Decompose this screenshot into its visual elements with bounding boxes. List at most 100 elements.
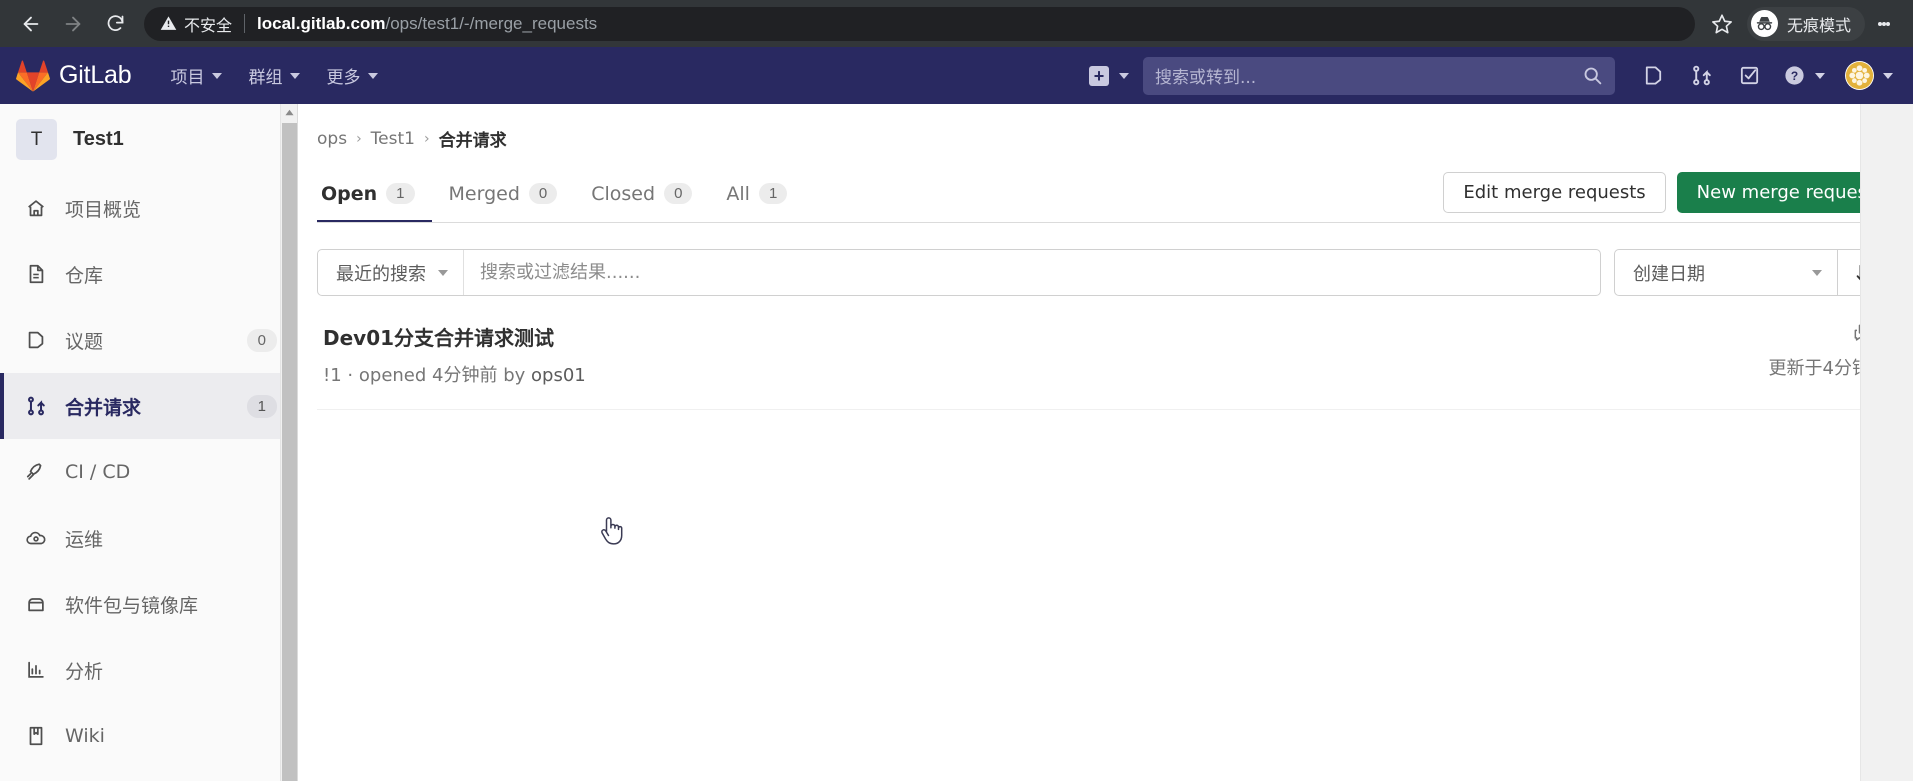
sidebar-item-label: 项目概览 <box>65 198 142 221</box>
nav-item-label: 群组 <box>248 68 283 88</box>
avatar <box>1845 61 1874 90</box>
incognito-indicator[interactable]: 无痕模式 <box>1746 6 1865 41</box>
reload-icon <box>107 15 123 31</box>
sidebar-item-issues[interactable]: 议题 0 <box>0 307 297 373</box>
sidebar-item-label: 软件包与镜像库 <box>65 594 199 617</box>
help-nav-button[interactable]: ? <box>1773 47 1835 104</box>
tab-label: Closed <box>591 182 656 205</box>
nav-item-projects[interactable]: 项目 <box>157 47 235 104</box>
sidebar-scrollbar[interactable] <box>280 104 297 781</box>
nav-item-more[interactable]: 更多 <box>313 47 391 104</box>
omnibox-divider <box>244 14 246 33</box>
package-icon <box>23 593 49 615</box>
gitlab-home-link[interactable]: GitLab <box>16 60 132 92</box>
sidebar-item-label: 仓库 <box>65 264 104 287</box>
incognito-label: 无痕模式 <box>1786 15 1851 35</box>
chevron-down-icon <box>212 72 223 79</box>
sidebar-item-project-overview[interactable]: 项目概览 <box>0 175 297 241</box>
cloud-gear-icon <box>23 527 49 549</box>
breadcrumb-separator: › <box>423 130 430 147</box>
merge-requests-nav-button[interactable] <box>1677 47 1725 104</box>
merge-request-main: Dev01分支合并请求测试 !1 · opened 4分钟前 by ops01 <box>323 322 1749 387</box>
global-search-box[interactable]: 搜索或转到... <box>1143 56 1615 95</box>
tab-label: All <box>726 182 750 205</box>
tab-actions: Edit merge requests New merge request <box>1443 172 1894 222</box>
merge-request-reference: !1 <box>323 365 342 386</box>
navbar-right-group: + 搜索或转到... ? <box>1083 47 1913 104</box>
issue-icon <box>23 329 49 351</box>
sort-group: 创建日期 <box>1614 249 1894 296</box>
merge-request-icon <box>1692 65 1711 86</box>
breadcrumb-separator: › <box>356 130 362 147</box>
help-question-icon: ? <box>1785 66 1804 85</box>
recent-searches-dropdown[interactable]: 最近的搜索 <box>318 250 464 295</box>
page-scrollbar[interactable] <box>1860 104 1913 781</box>
tab-label: Merged <box>448 182 520 205</box>
sidebar-item-count: 0 <box>246 328 277 352</box>
browser-menu-button[interactable] <box>1865 3 1903 45</box>
recent-searches-label: 最近的搜索 <box>336 263 426 285</box>
main-content: ops › Test1 › 合并请求 Open 1 Merged 0 Close… <box>298 104 1913 781</box>
gitlab-tanuki-logo <box>16 60 50 92</box>
sidebar-item-wiki[interactable]: Wiki <box>0 703 297 769</box>
address-bar[interactable]: 不安全 local.gitlab.com/ops/test1/-/merge_r… <box>144 6 1695 41</box>
breadcrumb-item-project[interactable]: Test1 <box>371 129 415 149</box>
forward-button[interactable] <box>52 3 94 45</box>
chevron-down-icon <box>1812 269 1822 276</box>
todos-nav-button[interactable] <box>1725 47 1773 104</box>
bookmark-button[interactable] <box>1701 3 1743 45</box>
project-name: Test1 <box>73 128 124 150</box>
sidebar-item-ci-cd[interactable]: CI / CD <box>0 439 297 505</box>
edit-merge-requests-button[interactable]: Edit merge requests <box>1443 172 1666 213</box>
tab-merged[interactable]: Merged 0 <box>432 167 575 222</box>
breadcrumb-item-group[interactable]: ops <box>317 129 347 149</box>
browser-window: 不安全 local.gitlab.com/ops/test1/-/merge_r… <box>0 0 1913 781</box>
issues-icon <box>1645 66 1661 85</box>
back-button[interactable] <box>10 3 52 45</box>
sidebar-item-packages-registries[interactable]: 软件包与镜像库 <box>0 571 297 637</box>
url-path: /ops/test1/-/merge_requests <box>385 13 598 33</box>
not-secure-label: 不安全 <box>184 15 233 35</box>
sidebar-project-header[interactable]: T Test1 <box>0 104 297 175</box>
gitlab-top-navbar: GitLab 项目 群组 更多 + 搜索或转到... ? <box>0 47 1913 104</box>
create-new-button[interactable]: + <box>1083 65 1135 86</box>
tab-closed[interactable]: Closed 0 <box>574 167 709 222</box>
tab-open[interactable]: Open 1 <box>317 167 432 222</box>
app-body: T Test1 项目概览 仓库 议题 0 合并请求 1 CI / CD 运维 软… <box>0 104 1913 781</box>
sidebar-item-merge-requests[interactable]: 合并请求 1 <box>0 373 297 439</box>
scrollbar-thumb[interactable] <box>282 123 297 781</box>
todos-checkbox-icon <box>1740 66 1758 85</box>
project-avatar: T <box>16 119 57 160</box>
merge-request-list: Dev01分支合并请求测试 !1 · opened 4分钟前 by ops01 <box>317 296 1894 410</box>
breadcrumb-item-current: 合并请求 <box>438 131 507 151</box>
browser-toolbar: 不安全 local.gitlab.com/ops/test1/-/merge_r… <box>0 0 1913 47</box>
chevron-down-icon <box>1883 72 1893 79</box>
svg-text:?: ? <box>1791 69 1798 83</box>
merge-request-opened-text: opened 4分钟前 by <box>358 365 526 386</box>
plus-icon: + <box>1089 65 1109 86</box>
sidebar-item-operations[interactable]: 运维 <box>0 505 297 571</box>
scroll-up-button[interactable] <box>281 104 297 121</box>
sidebar-item-analytics[interactable]: 分析 <box>0 637 297 703</box>
merge-request-row[interactable]: Dev01分支合并请求测试 !1 · opened 4分钟前 by ops01 <box>317 296 1894 410</box>
chevron-down-icon <box>1119 72 1129 79</box>
merge-request-author[interactable]: ops01 <box>531 365 586 386</box>
user-menu-button[interactable] <box>1835 47 1903 104</box>
url-text: local.gitlab.com/ops/test1/-/merge_reque… <box>257 14 597 34</box>
nav-item-groups[interactable]: 群组 <box>235 47 313 104</box>
tab-count: 1 <box>758 183 788 204</box>
document-icon <box>23 263 49 285</box>
tab-count: 0 <box>528 183 558 204</box>
merge-request-title[interactable]: Dev01分支合并请求测试 <box>323 322 1749 351</box>
sidebar-item-label: 分析 <box>65 660 104 683</box>
sidebar-item-repository[interactable]: 仓库 <box>0 241 297 307</box>
back-arrow-icon <box>23 16 39 31</box>
filter-search-box[interactable]: 最近的搜索 <box>317 249 1601 296</box>
home-icon <box>23 197 49 219</box>
issues-nav-button[interactable] <box>1629 47 1677 104</box>
tab-all[interactable]: All 1 <box>709 167 804 222</box>
sort-dropdown[interactable]: 创建日期 <box>1614 249 1838 296</box>
reload-button[interactable] <box>94 3 136 45</box>
project-sidebar: T Test1 项目概览 仓库 议题 0 合并请求 1 CI / CD 运维 软… <box>0 104 298 781</box>
search-input[interactable] <box>464 250 1600 295</box>
